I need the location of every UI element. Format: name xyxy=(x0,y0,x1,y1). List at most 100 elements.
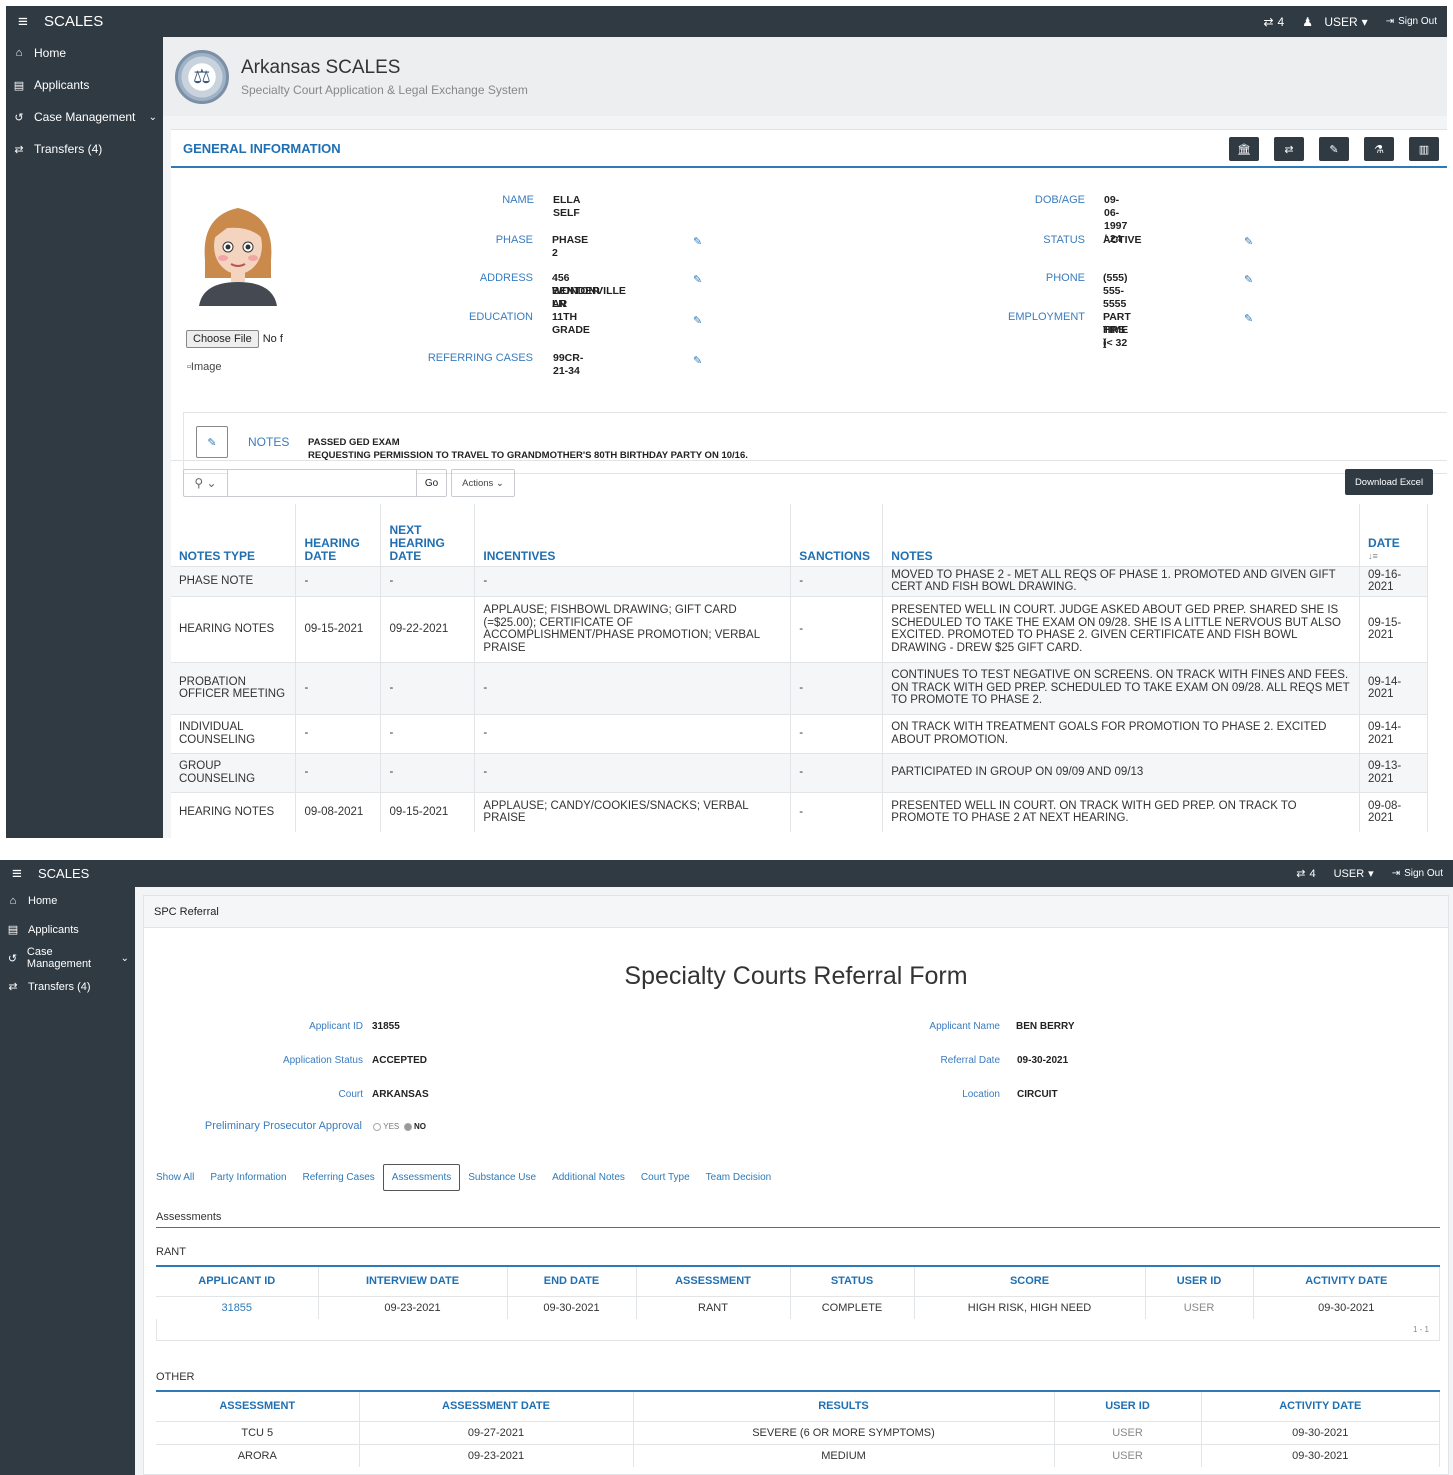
col-label: NOTES xyxy=(891,548,933,563)
edit-phase-icon[interactable]: ✎ xyxy=(693,235,702,248)
sidebar-item-case-management[interactable]: ↺ Case Management ⌄ xyxy=(6,101,163,133)
sidebar-item-transfers[interactable]: ⇄ Transfers (4) xyxy=(0,973,135,1002)
col-status[interactable]: STATUS xyxy=(790,1265,915,1296)
breadcrumb: SPC Referral xyxy=(144,896,1448,928)
cell: USER xyxy=(1054,1420,1202,1444)
col-assessment-date[interactable]: ASSESSMENT DATE xyxy=(359,1390,634,1421)
edit-employment-icon[interactable]: ✎ xyxy=(1244,312,1253,325)
choose-file-button[interactable]: Choose File xyxy=(186,330,259,348)
app-brand[interactable]: SCALES xyxy=(38,866,89,881)
col-date[interactable]: DATE ↓≡ xyxy=(1359,504,1429,566)
transfers-indicator[interactable]: ⇄ 4 xyxy=(1296,867,1315,881)
col-interview-date[interactable]: INTERVIEW DATE xyxy=(318,1265,508,1296)
col-score[interactable]: SCORE xyxy=(914,1265,1146,1296)
actions-menu-button[interactable]: Actions ⌄ xyxy=(451,469,515,497)
transfer-button[interactable]: ⇄ xyxy=(1274,137,1304,161)
sidebar-item-home[interactable]: ⌂ Home xyxy=(6,37,163,69)
col-assessment[interactable]: ASSESSMENT xyxy=(156,1390,360,1421)
referral-panel: SPC Referral Specialty Courts Referral F… xyxy=(143,895,1449,1475)
col-hearing-date[interactable]: HEARING DATE xyxy=(295,504,382,566)
edit-status-icon[interactable]: ✎ xyxy=(1244,235,1253,248)
hamburger-menu-icon[interactable]: ≡ xyxy=(8,864,26,884)
page-title: Specialty Courts Referral Form xyxy=(624,962,968,990)
hamburger-menu-icon[interactable]: ≡ xyxy=(14,12,32,32)
col-assessment[interactable]: ASSESSMENT xyxy=(636,1265,791,1296)
col-results[interactable]: RESULTS xyxy=(633,1390,1055,1421)
go-button[interactable]: Go xyxy=(416,470,446,496)
caret-down-icon: ▾ xyxy=(1368,868,1374,880)
table-row[interactable]: TCU 5 09-27-2021 SEVERE (6 OR MORE SYMPT… xyxy=(156,1420,1440,1444)
col-user-id[interactable]: USER ID xyxy=(1054,1390,1202,1421)
cell: 09-30-2021 xyxy=(507,1295,637,1319)
cell-sanctions: - xyxy=(790,565,884,596)
cell-date: 09-13-2021 xyxy=(1359,752,1429,792)
tab-additional-notes[interactable]: Additional Notes xyxy=(544,1165,633,1190)
tab-assessments[interactable]: Assessments xyxy=(382,1164,461,1191)
col-notes-type[interactable]: NOTES TYPE xyxy=(171,504,297,566)
table-row[interactable]: PHASE NOTE - - - - MOVED TO PHASE 2 - ME… xyxy=(171,565,1429,596)
cell: 09-30-2021 xyxy=(1253,1295,1440,1319)
sidebar-item-home[interactable]: ⌂ Home xyxy=(0,887,135,916)
col-notes[interactable]: NOTES xyxy=(882,504,1360,566)
cell-next: 09-15-2021 xyxy=(380,791,476,832)
col-applicant-id[interactable]: APPLICANT ID xyxy=(156,1265,319,1296)
lab-button[interactable]: ⚗ xyxy=(1364,137,1394,161)
col-sanctions[interactable]: SANCTIONS xyxy=(790,504,884,566)
edit-education-icon[interactable]: ✎ xyxy=(693,314,702,327)
transfers-indicator[interactable]: ⇄ 4 xyxy=(1263,15,1284,29)
edit-button[interactable]: ✎ xyxy=(1319,137,1349,161)
state-seal-logo: ⚖ xyxy=(175,49,229,104)
table-row[interactable]: INDIVIDUAL COUNSELING - - - - ON TRACK W… xyxy=(171,713,1429,753)
edit-notes-button[interactable]: ✎ xyxy=(196,426,228,458)
user-menu[interactable]: USER ▾ xyxy=(1334,867,1374,881)
table-row[interactable]: HEARING NOTES 09-08-2021 09-15-2021 APPL… xyxy=(171,791,1429,832)
search-column-selector[interactable]: ⚲ ⌄ xyxy=(184,470,228,496)
col-next-hearing-date[interactable]: NEXT HEARING DATE xyxy=(380,504,476,566)
tab-court-type[interactable]: Court Type xyxy=(633,1165,698,1190)
col-user-id[interactable]: USER ID xyxy=(1145,1265,1254,1296)
tab-team-decision[interactable]: Team Decision xyxy=(698,1165,780,1190)
cell-notes: PRESENTED WELL IN COURT. ON TRACK WITH G… xyxy=(882,791,1360,832)
edit-referring-icon[interactable]: ✎ xyxy=(693,354,702,367)
sidebar-item-label: Case Management xyxy=(34,110,136,124)
referring-label: REFERRING CASES xyxy=(427,352,533,364)
edit-phone-icon[interactable]: ✎ xyxy=(1244,273,1253,286)
cell: 09-23-2021 xyxy=(359,1443,634,1467)
tab-party-information[interactable]: Party Information xyxy=(202,1165,294,1190)
no-radio[interactable] xyxy=(403,1122,412,1131)
education-label: EDUCATION xyxy=(469,311,533,323)
col-activity-date[interactable]: ACTIVITY DATE xyxy=(1253,1265,1440,1296)
table-row[interactable]: ARORA 09-23-2021 MEDIUM USER 09-30-2021 xyxy=(156,1443,1440,1467)
sidebar-item-transfers[interactable]: ⇄ Transfers (4) xyxy=(6,133,163,165)
user-label: USER xyxy=(1324,14,1358,29)
col-incentives[interactable]: INCENTIVES xyxy=(474,504,792,566)
flask-icon: ⚗ xyxy=(1374,143,1384,156)
list-icon: ▤ xyxy=(7,924,19,937)
chart-button[interactable]: ▥ xyxy=(1409,137,1439,161)
table-row[interactable]: HEARING NOTES 09-15-2021 09-22-2021 APPL… xyxy=(171,595,1429,662)
download-excel-button[interactable]: Download Excel xyxy=(1345,469,1433,495)
col-label: NOTES TYPE xyxy=(179,548,256,563)
col-activity-date[interactable]: ACTIVITY DATE xyxy=(1201,1390,1440,1421)
court-button[interactable]: 🏛 xyxy=(1229,137,1259,161)
sidebar-item-applicants[interactable]: ▤ Applicants xyxy=(6,69,163,101)
signout-link[interactable]: ⇥ Sign Out xyxy=(1392,868,1443,879)
search-input[interactable] xyxy=(228,470,416,496)
rant-table: APPLICANT ID INTERVIEW DATE END DATE ASS… xyxy=(156,1265,1440,1341)
table-row[interactable]: PROBATION OFFICER MEETING - - - - CONTIN… xyxy=(171,661,1429,714)
table-row[interactable]: GROUP COUNSELING - - - - PARTICIPATED IN… xyxy=(171,752,1429,792)
table-row[interactable]: 31855 09-23-2021 09-30-2021 RANT COMPLET… xyxy=(156,1295,1440,1319)
tab-show-all[interactable]: Show All xyxy=(148,1165,202,1190)
col-end-date[interactable]: END DATE xyxy=(507,1265,637,1296)
sidebar-item-case-management[interactable]: ↺ Case Management ⌄ xyxy=(0,944,135,973)
tab-substance-use[interactable]: Substance Use xyxy=(460,1165,544,1190)
app-brand[interactable]: SCALES xyxy=(44,13,103,30)
user-menu[interactable]: ♟ USER ▾ xyxy=(1302,15,1367,29)
sidebar-item-applicants[interactable]: ▤ Applicants xyxy=(0,916,135,945)
edit-address-icon[interactable]: ✎ xyxy=(693,273,702,286)
signout-link[interactable]: ⇥ Sign Out xyxy=(1386,16,1437,27)
tab-referring-cases[interactable]: Referring Cases xyxy=(295,1165,383,1190)
cell: USER xyxy=(1054,1443,1202,1467)
applicant-id-link[interactable]: 31855 xyxy=(156,1295,319,1319)
yes-radio[interactable] xyxy=(373,1122,381,1131)
